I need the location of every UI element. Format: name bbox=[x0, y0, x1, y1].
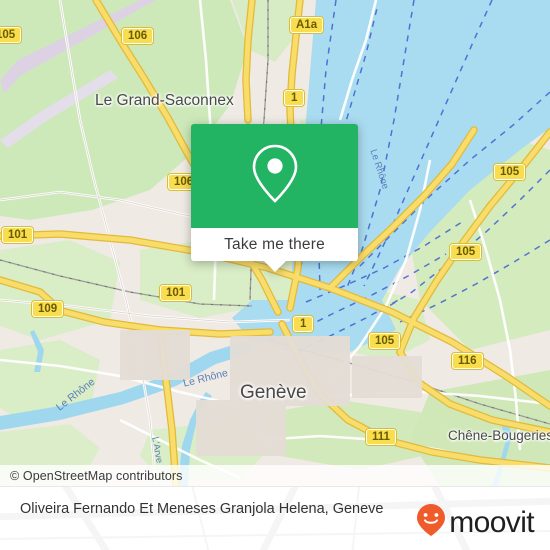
road-shield[interactable]: 105 bbox=[0, 27, 22, 43]
road-shield[interactable]: 109 bbox=[32, 301, 64, 317]
road-shield[interactable]: 105 bbox=[450, 244, 482, 260]
footer-bar: Oliveira Fernando Et Meneses Granjola He… bbox=[0, 486, 550, 550]
road-shield[interactable]: A1a bbox=[290, 17, 324, 33]
moovit-pin-icon bbox=[415, 503, 447, 542]
road-shield[interactable]: 1 bbox=[293, 316, 314, 332]
take-me-there-button[interactable]: Take me there bbox=[191, 228, 358, 261]
road-shield[interactable]: 111 bbox=[366, 429, 396, 445]
road-shield[interactable]: 105 bbox=[494, 164, 526, 180]
take-me-there-label: Take me there bbox=[224, 235, 325, 253]
road-shield[interactable]: 1 bbox=[284, 90, 305, 106]
road-shield[interactable]: 106 bbox=[122, 28, 154, 44]
moovit-wordmark: moovit bbox=[449, 505, 534, 539]
moovit-logo[interactable]: moovit bbox=[415, 503, 535, 542]
screenshot-root: Le Grand-Saconnex Genève Chêne-Bougeries… bbox=[0, 0, 550, 550]
map-callout-card[interactable]: Take me there bbox=[191, 124, 358, 272]
callout-pointer bbox=[263, 261, 286, 272]
place-title: Oliveira Fernando Et Meneses Granjola He… bbox=[20, 501, 384, 517]
callout-pin-area bbox=[191, 124, 358, 228]
road-shield[interactable]: 116 bbox=[452, 353, 483, 369]
road-shield[interactable]: 105 bbox=[369, 333, 401, 349]
road-shield[interactable]: 101 bbox=[2, 227, 34, 243]
road-shield[interactable]: 101 bbox=[160, 285, 192, 301]
osm-attribution-text: © OpenStreetMap contributors bbox=[10, 468, 183, 483]
map-pin-icon bbox=[249, 143, 301, 210]
osm-attribution[interactable]: © OpenStreetMap contributors bbox=[0, 465, 550, 486]
